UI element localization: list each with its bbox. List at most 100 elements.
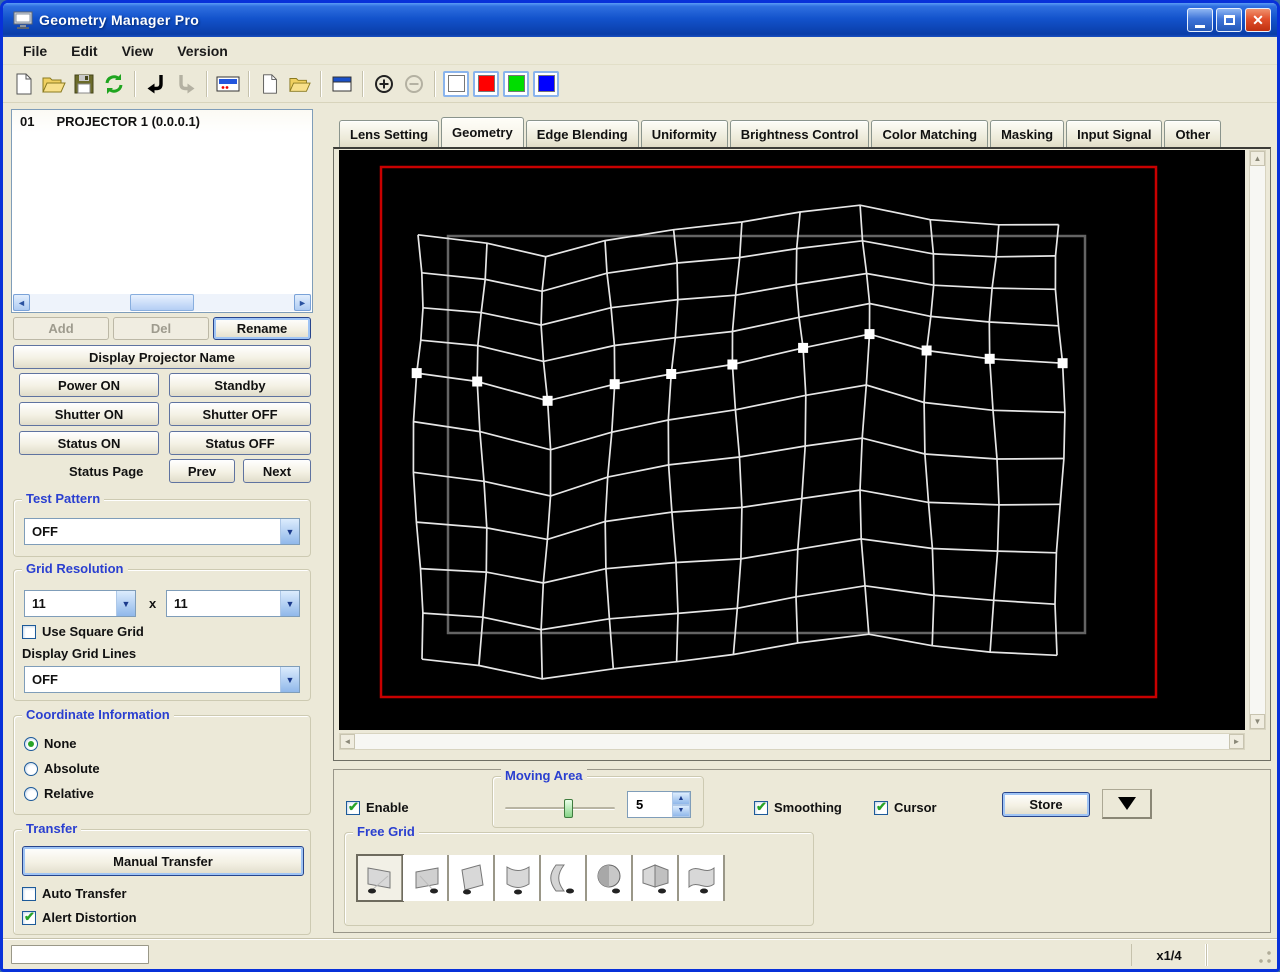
spin-up-icon[interactable]: ▲ bbox=[672, 792, 690, 805]
distortion-mesh[interactable] bbox=[339, 150, 1245, 730]
menu-view[interactable]: View bbox=[110, 40, 166, 62]
return-left-button[interactable] bbox=[141, 69, 171, 99]
control-point[interactable] bbox=[609, 379, 620, 390]
cursor-checkbox[interactable]: Cursor bbox=[874, 799, 937, 815]
auto-transfer-checkbox[interactable]: Auto Transfer bbox=[22, 886, 127, 901]
control-point[interactable] bbox=[921, 345, 932, 356]
shutter-on-button[interactable]: Shutter ON bbox=[19, 402, 159, 426]
scroll-left-icon[interactable]: ◄ bbox=[13, 294, 30, 311]
free-grid-curved-screen-button[interactable] bbox=[679, 855, 725, 901]
open-folder-button[interactable] bbox=[39, 69, 69, 99]
display-panel-button[interactable] bbox=[213, 69, 243, 99]
return-right-button[interactable] bbox=[171, 69, 201, 99]
free-grid-sphere-button[interactable] bbox=[587, 855, 633, 901]
scroll-right-icon[interactable]: ► bbox=[1229, 734, 1244, 749]
save-button[interactable] bbox=[69, 69, 99, 99]
radio-circle[interactable] bbox=[24, 786, 38, 801]
add-button[interactable]: Add bbox=[13, 317, 109, 340]
chevron-down-icon[interactable]: ▼ bbox=[116, 591, 135, 616]
tab-input-signal[interactable]: Input Signal bbox=[1066, 120, 1163, 147]
projector-list-item[interactable]: 01 PROJECTOR 1 (0.0.0.1) bbox=[12, 110, 312, 133]
free-grid-flat-screen-right-button[interactable] bbox=[403, 855, 449, 901]
scroll-up-icon[interactable]: ▲ bbox=[1250, 151, 1265, 166]
grid-h-select[interactable]: 11 ▼ bbox=[24, 590, 136, 617]
canvas-hscrollbar[interactable]: ◄ ► bbox=[339, 733, 1245, 750]
zoom-in-button[interactable] bbox=[369, 69, 399, 99]
control-point[interactable] bbox=[411, 368, 422, 379]
free-grid-cylinder-horizontal-button[interactable] bbox=[541, 855, 587, 901]
menu-version[interactable]: Version bbox=[165, 40, 240, 62]
maximize-button[interactable] bbox=[1216, 8, 1242, 32]
tab-brightness-control[interactable]: Brightness Control bbox=[729, 120, 870, 147]
control-point[interactable] bbox=[727, 359, 738, 370]
moving-area-value[interactable]: 5 bbox=[628, 792, 672, 817]
slider-thumb[interactable] bbox=[563, 799, 573, 818]
standby-button[interactable]: Standby bbox=[169, 373, 311, 397]
white-swatch-button[interactable] bbox=[443, 70, 469, 97]
scroll-thumb[interactable] bbox=[130, 294, 194, 311]
prev-button[interactable]: Prev bbox=[169, 459, 235, 483]
scroll-down-icon[interactable]: ▼ bbox=[1250, 714, 1265, 729]
del-button[interactable]: Del bbox=[113, 317, 209, 340]
refresh-button[interactable] bbox=[99, 69, 129, 99]
shutter-off-button[interactable]: Shutter OFF bbox=[169, 402, 311, 426]
menu-file[interactable]: File bbox=[11, 40, 59, 62]
checkbox-box[interactable] bbox=[754, 799, 768, 815]
resize-grip-icon[interactable] bbox=[1258, 950, 1272, 964]
radio-none[interactable]: None bbox=[24, 736, 77, 751]
red-swatch-button[interactable] bbox=[473, 70, 499, 97]
minimize-button[interactable] bbox=[1187, 8, 1213, 32]
green-swatch-button[interactable] bbox=[503, 70, 529, 97]
checkbox-box[interactable] bbox=[22, 886, 36, 901]
chevron-down-icon[interactable]: ▼ bbox=[280, 519, 299, 544]
control-point[interactable] bbox=[864, 329, 875, 340]
control-point[interactable] bbox=[542, 395, 553, 406]
alert-distortion-checkbox[interactable]: Alert Distortion bbox=[22, 909, 137, 925]
projector-list-scrollbar[interactable]: ◄ ► bbox=[13, 294, 311, 311]
checkbox-box[interactable] bbox=[22, 624, 36, 639]
chevron-down-icon[interactable]: ▼ bbox=[280, 591, 299, 616]
status-on-button[interactable]: Status ON bbox=[19, 431, 159, 455]
scroll-left-icon[interactable]: ◄ bbox=[340, 734, 355, 749]
tab-lens-setting[interactable]: Lens Setting bbox=[339, 120, 440, 147]
test-pattern-select[interactable]: OFF ▼ bbox=[24, 518, 300, 545]
chevron-down-icon[interactable]: ▼ bbox=[280, 667, 299, 692]
control-point[interactable] bbox=[472, 376, 483, 387]
tab-uniformity[interactable]: Uniformity bbox=[640, 120, 728, 147]
checkbox-box[interactable] bbox=[346, 799, 360, 815]
rename-button[interactable]: Rename bbox=[213, 317, 311, 340]
tab-other[interactable]: Other bbox=[1164, 120, 1222, 147]
menu-edit[interactable]: Edit bbox=[59, 40, 109, 62]
zoom-out-button[interactable] bbox=[399, 69, 429, 99]
checkbox-box[interactable] bbox=[874, 799, 888, 815]
use-square-grid-checkbox[interactable]: Use Square Grid bbox=[22, 624, 144, 639]
radio-relative[interactable]: Relative bbox=[24, 786, 94, 801]
free-grid-corner-screen-button[interactable] bbox=[633, 855, 679, 901]
window-button[interactable] bbox=[327, 69, 357, 99]
grid-v-select[interactable]: 11 ▼ bbox=[166, 590, 300, 617]
moving-area-spinner[interactable]: 5 ▲ ▼ bbox=[627, 791, 691, 818]
radio-absolute[interactable]: Absolute bbox=[24, 761, 100, 776]
control-point[interactable] bbox=[984, 353, 995, 364]
tab-geometry[interactable]: Geometry bbox=[441, 117, 524, 147]
display-projector-name-button[interactable]: Display Projector Name bbox=[13, 345, 311, 369]
status-off-button[interactable]: Status OFF bbox=[169, 431, 311, 455]
geometry-canvas[interactable] bbox=[339, 150, 1245, 730]
smoothing-checkbox[interactable]: Smoothing bbox=[754, 799, 842, 815]
control-point[interactable] bbox=[666, 369, 677, 379]
projector-list[interactable]: 01 PROJECTOR 1 (0.0.0.1) ◄ ► bbox=[11, 109, 313, 313]
checkbox-box[interactable] bbox=[22, 909, 36, 925]
tab-color-matching[interactable]: Color Matching bbox=[871, 120, 989, 147]
store-button[interactable]: Store bbox=[1002, 792, 1090, 817]
tab-edge-blending[interactable]: Edge Blending bbox=[525, 120, 639, 147]
blue-swatch-button[interactable] bbox=[533, 70, 559, 97]
manual-transfer-button[interactable]: Manual Transfer bbox=[22, 846, 304, 876]
moving-area-slider[interactable] bbox=[505, 799, 615, 818]
close-button[interactable]: ✕ bbox=[1245, 8, 1271, 32]
radio-circle[interactable] bbox=[24, 761, 38, 776]
radio-circle[interactable] bbox=[24, 736, 38, 751]
control-point[interactable] bbox=[1057, 358, 1068, 369]
open-folder-small-button[interactable] bbox=[285, 69, 315, 99]
next-button[interactable]: Next bbox=[243, 459, 311, 483]
control-point[interactable] bbox=[798, 342, 809, 353]
